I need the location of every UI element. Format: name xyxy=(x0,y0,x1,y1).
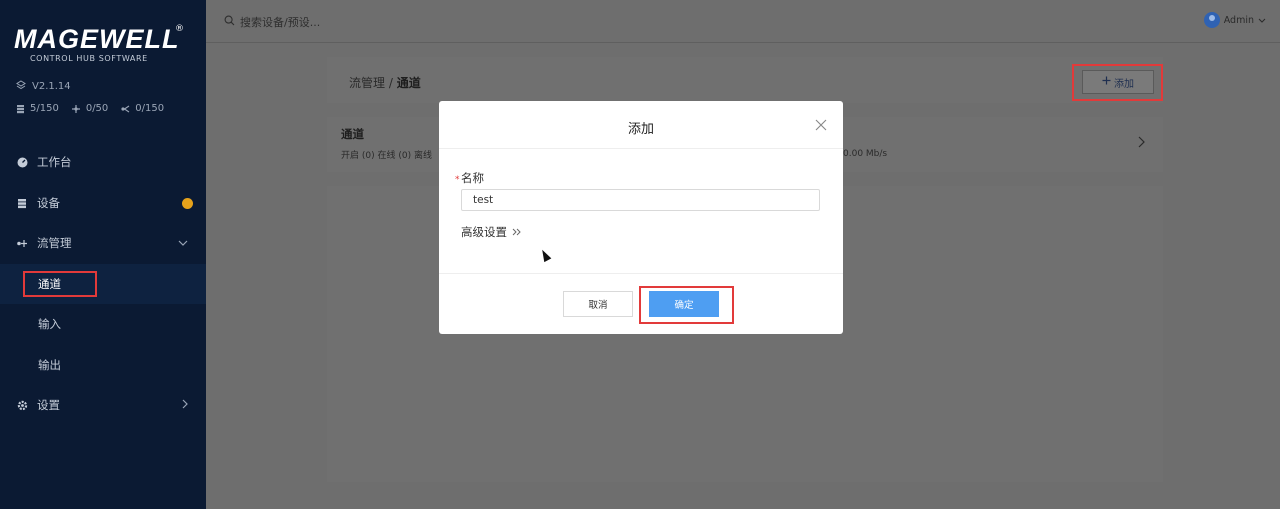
sidebar-item-output[interactable]: 输出 xyxy=(0,345,206,385)
input-stream-icon xyxy=(71,104,81,114)
brand-subtitle: CONTROL HUB SOFTWARE xyxy=(30,54,148,63)
user-name: Admin xyxy=(1223,14,1254,26)
user-menu[interactable]: Admin xyxy=(1203,12,1266,28)
version-info: V2.1.14 xyxy=(16,80,71,93)
advanced-settings-toggle[interactable]: 高级设置 xyxy=(461,224,521,240)
breadcrumb-parent[interactable]: 流管理 / xyxy=(349,76,397,90)
sidebar-item-input[interactable]: 输入 xyxy=(0,304,206,344)
breadcrumb-current: 通道 xyxy=(396,76,421,90)
server-icon xyxy=(16,198,28,209)
channel-card-title: 通道 xyxy=(341,127,364,141)
sidebar-item-settings[interactable]: 设置 xyxy=(0,385,206,425)
cancel-button[interactable]: 取消 xyxy=(563,291,633,317)
channel-card-stats: 开启 (0) 在线 (0) 离线 xyxy=(341,151,432,161)
layers-icon xyxy=(16,80,26,93)
notification-badge xyxy=(182,197,193,209)
version-text: V2.1.14 xyxy=(32,81,71,92)
chevron-down-icon xyxy=(1258,15,1266,26)
breadcrumb-card xyxy=(327,57,1163,103)
channel-card-bitrate: 0.00 Mb/s xyxy=(843,149,888,159)
highlight-box-confirm xyxy=(639,286,734,324)
dialog-footer-divider xyxy=(439,273,843,274)
double-chevron-right-icon xyxy=(512,226,521,239)
required-asterisk: * xyxy=(455,175,460,185)
output-count: 0/150 xyxy=(120,103,164,114)
input-count: 0/50 xyxy=(71,103,108,114)
dialog-title: 添加 xyxy=(627,122,654,137)
close-icon[interactable] xyxy=(815,117,827,135)
stream-icon xyxy=(16,238,28,249)
search-box[interactable]: 搜索设备/预设... xyxy=(224,14,320,30)
highlight-box-add xyxy=(1072,64,1163,101)
name-field-label: 名称 xyxy=(461,171,484,185)
highlight-box-channel xyxy=(23,271,97,297)
top-bar: 搜索设备/预设... Admin xyxy=(206,0,1280,43)
output-stream-icon xyxy=(120,104,130,114)
chevron-down-icon xyxy=(178,238,188,249)
sidebar-item-devices[interactable]: 设备 xyxy=(0,183,206,223)
breadcrumb: 流管理 / 通道 xyxy=(349,74,421,91)
sidebar-item-workbench[interactable]: 工作台 xyxy=(0,142,206,182)
dashboard-icon xyxy=(16,157,28,168)
sidebar-item-stream-management[interactable]: 流管理 xyxy=(0,223,206,263)
resource-counts: 5/150 0/50 0/150 xyxy=(16,103,164,114)
chevron-right-icon[interactable] xyxy=(1138,136,1145,152)
search-placeholder[interactable]: 搜索设备/预设... xyxy=(240,14,320,30)
gear-icon xyxy=(16,400,28,411)
brand-logo: MAGEWELL xyxy=(14,24,180,54)
search-icon xyxy=(224,15,235,29)
dialog-header-divider xyxy=(439,148,843,149)
device-count: 5/150 xyxy=(16,103,59,114)
avatar xyxy=(1203,12,1220,28)
name-field[interactable] xyxy=(461,189,820,211)
registered-mark: ® xyxy=(175,24,184,34)
sidebar: MAGEWELL ® CONTROL HUB SOFTWARE V2.1.14 … xyxy=(0,0,206,509)
server-icon xyxy=(16,104,25,114)
chevron-right-icon xyxy=(182,399,188,412)
